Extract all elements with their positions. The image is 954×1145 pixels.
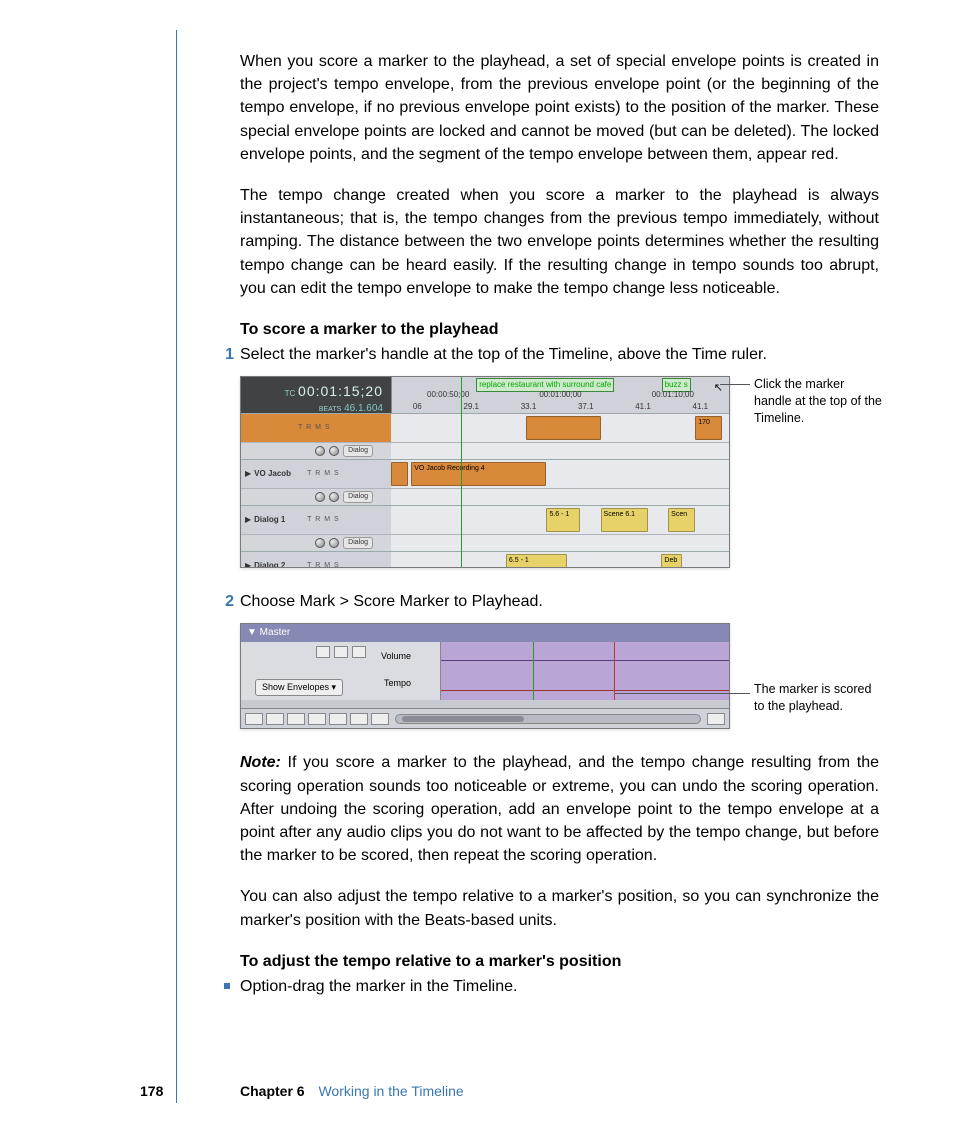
- beats-value: 46.1.604: [344, 403, 383, 414]
- callout-2-line: [615, 693, 750, 694]
- heading-adjust-tempo: To adjust the tempo relative to a marker…: [240, 950, 879, 973]
- chapter-number: Chapter 6: [240, 1083, 305, 1099]
- h-scrollbar: [395, 714, 701, 724]
- paragraph-2: The tempo change created when you score …: [240, 184, 879, 300]
- heading-score-marker: To score a marker to the playhead: [240, 318, 879, 341]
- track-2-name: Dialog 1: [254, 514, 304, 526]
- step-1: 1 Select the marker's handle at the top …: [240, 343, 879, 366]
- timecode-value: 00:01:15;20: [298, 383, 383, 399]
- dialog-pill-1: Dialog: [343, 491, 373, 503]
- show-envelopes-button: Show Envelopes ▾: [255, 679, 343, 696]
- note-label: Note:: [240, 754, 281, 771]
- playhead-line-2: [533, 642, 534, 700]
- ruler-b-5: 41.1: [693, 401, 709, 413]
- clip-orange-170: 170: [695, 416, 722, 440]
- ruler-b-1: 29.1: [463, 401, 479, 413]
- clip-d1-a: 5.6 - 1: [546, 508, 580, 532]
- timecode-box: TC 00:01:15;20 BEATS 46.1.604: [241, 377, 391, 413]
- step-1-number: 1: [220, 343, 240, 366]
- master-header: ▼ Master: [241, 624, 729, 642]
- paragraph-3: You can also adjust the tempo relative t…: [240, 885, 879, 931]
- dialog-pill-2: Dialog: [343, 537, 373, 549]
- page-footer: 178 Chapter 6 Working in the Timeline: [0, 1081, 954, 1105]
- track-btns-2: T R M S: [307, 515, 343, 525]
- label-tempo: Tempo: [384, 677, 411, 690]
- ruler-b-2: 33.1: [521, 401, 537, 413]
- ruler-b-0: 06: [413, 401, 422, 413]
- track-btns-3: T R M S: [307, 561, 343, 568]
- figure-timeline: TC 00:01:15;20 BEATS 46.1.604 replace re…: [240, 376, 730, 568]
- track-btns-1: T R M S: [307, 469, 343, 479]
- bullet-1: Option-drag the marker in the Timeline.: [240, 975, 879, 998]
- note-paragraph: Note: If you score a marker to the playh…: [240, 751, 879, 867]
- page-number: 178: [140, 1081, 163, 1101]
- ruler-timecodes: 00:00:50;00 00:01:00;00 00:01:10;00: [392, 389, 729, 401]
- ruler-tc-1: 00:01:00;00: [539, 389, 581, 401]
- playhead-line-1: [461, 377, 462, 567]
- track-head-vo: ▶VO Jacob T R M S: [241, 460, 391, 488]
- envelope-volume: [441, 660, 729, 661]
- note-text: If you score a marker to the playhead, a…: [240, 754, 879, 864]
- clip-vo-a: [391, 462, 408, 486]
- track-head-selected: T R M S: [241, 414, 391, 442]
- master-left: Show Envelopes ▾ Volume Tempo: [241, 642, 441, 700]
- clip-d1-b: Scene 6.1: [601, 508, 648, 532]
- callout-1: Click the marker handle at the top of th…: [754, 376, 884, 427]
- track-3-name: Dialog 2: [254, 560, 304, 568]
- page-content: When you score a marker to the playhead,…: [240, 50, 879, 1004]
- callout-1-line: [720, 384, 750, 385]
- tc-label: TC: [285, 389, 296, 398]
- callout-2: The marker is scored to the playhead.: [754, 681, 884, 715]
- ruler-tc-2: 00:01:10;00: [652, 389, 694, 401]
- track-1-lane: VO Jacob Recording 4: [391, 460, 729, 488]
- step-1-text: Select the marker's handle at the top of…: [240, 343, 767, 366]
- track-2-lane: 5.6 - 1 Scene 6.1 Scen: [391, 506, 729, 534]
- step-2-number: 2: [220, 590, 240, 613]
- track-head-d2: ▶Dialog 2 T R M S: [241, 552, 391, 568]
- beats-label: BEATS: [319, 406, 341, 413]
- figure-master-envelope: ▼ Master Show Envelopes ▾ Volume Tempo: [240, 623, 730, 729]
- bullet-square-icon: [224, 983, 230, 989]
- time-ruler: replace restaurant with surround cafe bu…: [391, 377, 729, 413]
- clip-d2-a: 6.5 - 1: [506, 554, 567, 568]
- clip-d1-c: Scen: [668, 508, 695, 532]
- clip-orange-main: [526, 416, 600, 440]
- ruler-tc-0: 00:00:50;00: [427, 389, 469, 401]
- figure-1-wrap: TC 00:01:15;20 BEATS 46.1.604 replace re…: [240, 376, 879, 568]
- step-2: 2 Choose Mark > Score Marker to Playhead…: [240, 590, 879, 613]
- paragraph-1: When you score a marker to the playhead,…: [240, 50, 879, 166]
- bullet-1-text: Option-drag the marker in the Timeline.: [240, 975, 517, 998]
- track-head-d1: ▶Dialog 1 T R M S: [241, 506, 391, 534]
- ruler-b-4: 41.1: [635, 401, 651, 413]
- track-0-lane: 170: [391, 414, 729, 442]
- master-lane: [441, 642, 729, 700]
- clip-vo-main: VO Jacob Recording 4: [411, 462, 546, 486]
- marker-line-red: [614, 642, 615, 700]
- ruler-beats: 06 29.1 33.1 37.1 41.1 41.1: [392, 401, 729, 413]
- chapter-title: Working in the Timeline: [318, 1083, 463, 1099]
- ruler-b-3: 37.1: [578, 401, 594, 413]
- envelope-tempo: [441, 690, 729, 691]
- chapter-label: Chapter 6 Working in the Timeline: [240, 1081, 464, 1101]
- dialog-pill-0: Dialog: [343, 445, 373, 457]
- track-btns: T R M S: [298, 423, 334, 433]
- label-volume: Volume: [381, 650, 411, 663]
- margin-rule: [176, 30, 177, 1103]
- track-1-name: VO Jacob: [254, 468, 304, 480]
- bottom-toolbar: [241, 708, 729, 728]
- step-2-text: Choose Mark > Score Marker to Playhead.: [240, 590, 543, 613]
- track-3-lane: 6.5 - 1 Deb: [391, 552, 729, 568]
- clip-d2-b: Deb: [661, 554, 681, 568]
- figure-2-wrap: ▼ Master Show Envelopes ▾ Volume Tempo: [240, 623, 879, 729]
